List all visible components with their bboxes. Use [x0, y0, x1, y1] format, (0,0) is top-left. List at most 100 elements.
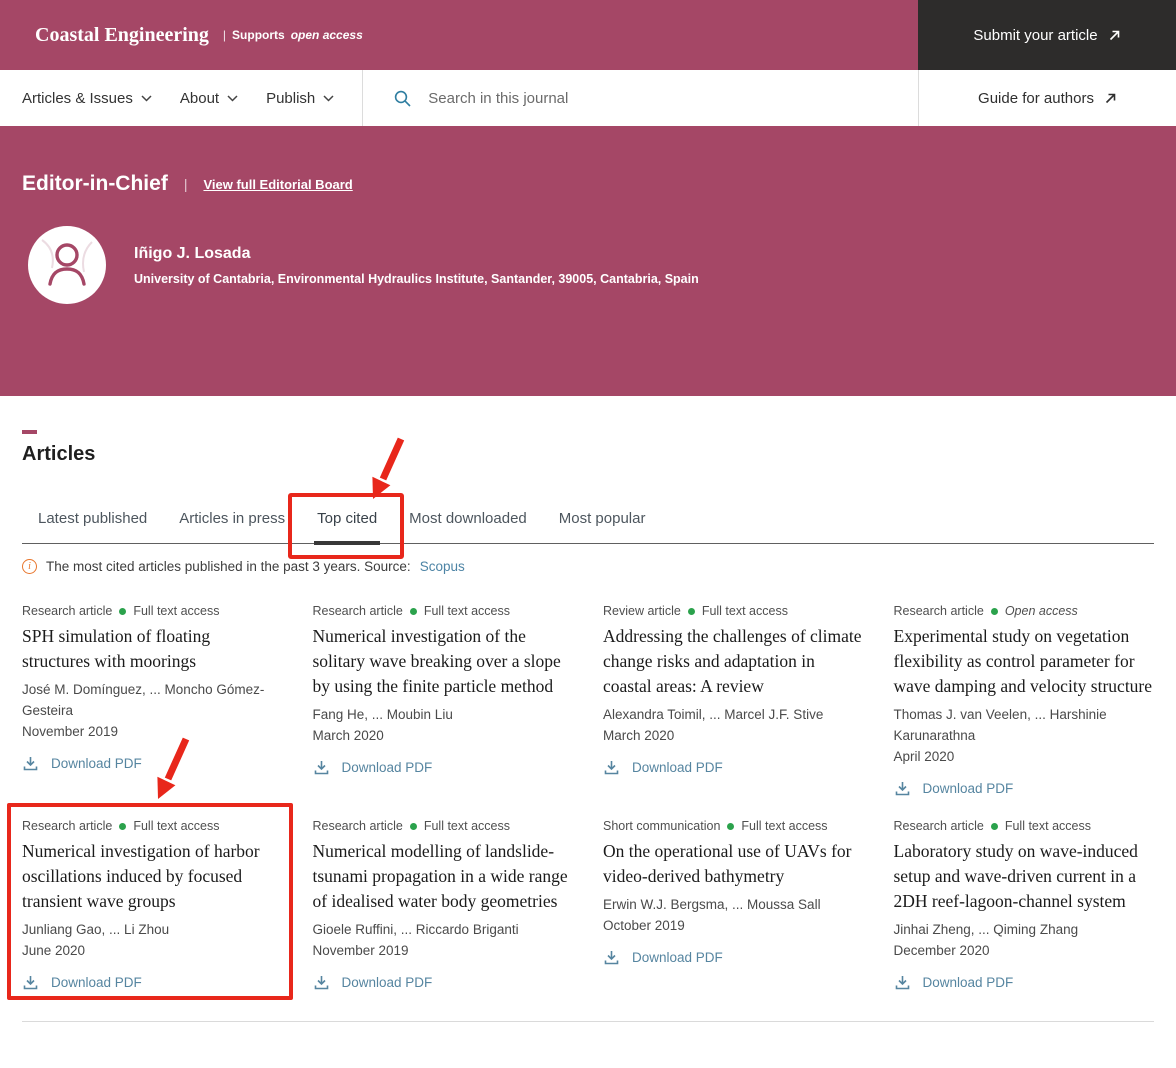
article-card-highlighted: Research article Full text access Numeri…	[22, 819, 283, 991]
download-icon	[22, 974, 39, 991]
download-icon	[603, 759, 620, 776]
download-pdf-link[interactable]: Download PDF	[894, 780, 1155, 797]
editor-in-chief-heading: Editor-in-Chief	[22, 172, 168, 196]
tab-most-downloaded[interactable]: Most downloaded	[393, 502, 543, 543]
access-dot-icon	[410, 608, 417, 615]
article-authors: Thomas J. van Veelen, ... Harshinie Karu…	[894, 704, 1155, 746]
article-type: Research article	[894, 604, 984, 618]
article-type: Research article	[22, 604, 112, 618]
bottom-divider	[22, 1021, 1154, 1022]
download-icon	[894, 780, 911, 797]
access-label: Open access	[1005, 604, 1078, 618]
main-content: Articles Latest published Articles in pr…	[0, 430, 1176, 1022]
info-icon: i	[22, 559, 37, 574]
access-label: Full text access	[741, 819, 827, 833]
editor-avatar	[28, 226, 106, 304]
card-meta: Research article Full text access	[313, 604, 574, 618]
download-pdf-link[interactable]: Download PDF	[313, 974, 574, 991]
nav-articles-issues-label: Articles & Issues	[22, 90, 133, 107]
supports-open-access-label: open access	[291, 28, 363, 42]
search-box[interactable]	[362, 70, 918, 126]
article-card: Research article Full text access SPH si…	[22, 604, 283, 772]
external-link-arrow-icon	[1104, 92, 1117, 105]
card-meta: Research article Open access	[894, 604, 1155, 618]
nav-about[interactable]: About	[180, 90, 238, 107]
download-pdf-link[interactable]: Download PDF	[22, 755, 283, 772]
editorial-board-link[interactable]: View full Editorial Board	[203, 177, 352, 192]
card-meta: Short communication Full text access	[603, 819, 864, 833]
editor-row: Iñigo J. Losada University of Cantabria,…	[22, 226, 1154, 304]
access-label: Full text access	[133, 604, 219, 618]
card-meta: Research article Full text access	[894, 819, 1155, 833]
nav-publish-label: Publish	[266, 90, 315, 107]
download-pdf-label: Download PDF	[342, 760, 433, 775]
article-title-link[interactable]: On the operational use of UAVs for video…	[603, 839, 864, 889]
article-type: Review article	[603, 604, 681, 618]
article-authors: Alexandra Toimil, ... Marcel J.F. Stive	[603, 704, 864, 725]
download-pdf-link[interactable]: Download PDF	[313, 759, 574, 776]
card-meta: Review article Full text access	[603, 604, 864, 618]
article-title-link[interactable]: Numerical modelling of landslide-tsunami…	[313, 839, 574, 914]
download-pdf-label: Download PDF	[632, 760, 723, 775]
chevron-down-icon	[141, 95, 152, 102]
tab-articles-in-press[interactable]: Articles in press	[163, 502, 301, 543]
download-pdf-link[interactable]: Download PDF	[22, 974, 283, 991]
journal-page: Coastal Engineering | Supports open acce…	[0, 0, 1176, 1068]
article-title-link[interactable]: Addressing the challenges of climate cha…	[603, 624, 864, 699]
articles-tabs: Latest published Articles in press Top c…	[22, 502, 1154, 544]
article-title-link[interactable]: SPH simulation of floating structures wi…	[22, 624, 283, 674]
submit-article-label: Submit your article	[973, 27, 1097, 44]
top-bar: Coastal Engineering | Supports open acce…	[0, 0, 1176, 70]
article-type: Research article	[894, 819, 984, 833]
scopus-link[interactable]: Scopus	[420, 559, 465, 574]
tab-latest-published[interactable]: Latest published	[22, 502, 163, 543]
tab-most-popular[interactable]: Most popular	[543, 502, 662, 543]
access-label: Full text access	[702, 604, 788, 618]
download-pdf-link[interactable]: Download PDF	[603, 949, 864, 966]
download-pdf-label: Download PDF	[923, 975, 1014, 990]
search-input[interactable]	[426, 89, 918, 108]
search-icon	[393, 89, 412, 108]
article-title-link[interactable]: Numerical investigation of harbor oscill…	[22, 839, 283, 914]
download-icon	[894, 974, 911, 991]
download-pdf-label: Download PDF	[342, 975, 433, 990]
access-dot-icon	[119, 823, 126, 830]
access-label: Full text access	[424, 604, 510, 618]
article-authors: Gioele Ruffini, ... Riccardo Briganti	[313, 919, 574, 940]
nav-items: Articles & Issues About Publish	[0, 70, 362, 126]
download-icon	[313, 974, 330, 991]
submit-article-button[interactable]: Submit your article	[918, 0, 1176, 70]
article-title-link[interactable]: Numerical investigation of the solitary …	[313, 624, 574, 699]
download-icon	[603, 949, 620, 966]
tab-top-cited[interactable]: Top cited	[301, 502, 393, 543]
article-authors: Erwin W.J. Bergsma, ... Moussa Sall	[603, 894, 864, 915]
journal-title-link[interactable]: Coastal Engineering	[35, 24, 209, 47]
access-dot-icon	[119, 608, 126, 615]
download-icon	[313, 759, 330, 776]
tab-label: Latest published	[38, 510, 147, 527]
access-label: Full text access	[133, 819, 219, 833]
article-authors: Junliang Gao, ... Li Zhou	[22, 919, 283, 940]
guide-for-authors-link[interactable]: Guide for authors	[918, 70, 1176, 126]
article-date: March 2020	[313, 725, 574, 746]
download-pdf-link[interactable]: Download PDF	[894, 974, 1155, 991]
article-authors: Fang He, ... Moubin Liu	[313, 704, 574, 725]
article-type: Short communication	[603, 819, 720, 833]
download-pdf-link[interactable]: Download PDF	[603, 759, 864, 776]
articles-heading: Articles	[22, 443, 1154, 466]
article-title-link[interactable]: Laboratory study on wave-induced setup a…	[894, 839, 1155, 914]
editor-hero-section: Editor-in-Chief | View full Editorial Bo…	[0, 126, 1176, 396]
notice-text: The most cited articles published in the…	[46, 559, 411, 574]
person-icon	[28, 226, 106, 304]
editor-affiliation: University of Cantabria, Environmental H…	[134, 272, 699, 286]
supports-divider: |	[223, 28, 226, 42]
article-authors: José M. Domínguez, ... Moncho Gómez-Gest…	[22, 679, 283, 721]
nav-articles-issues[interactable]: Articles & Issues	[22, 90, 152, 107]
chevron-down-icon	[323, 95, 334, 102]
access-label: Full text access	[424, 819, 510, 833]
external-link-arrow-icon	[1108, 29, 1121, 42]
article-title-link[interactable]: Experimental study on vegetation flexibi…	[894, 624, 1155, 699]
hero-separator: |	[184, 176, 188, 192]
hero-head: Editor-in-Chief | View full Editorial Bo…	[22, 172, 1154, 196]
nav-publish[interactable]: Publish	[266, 90, 334, 107]
